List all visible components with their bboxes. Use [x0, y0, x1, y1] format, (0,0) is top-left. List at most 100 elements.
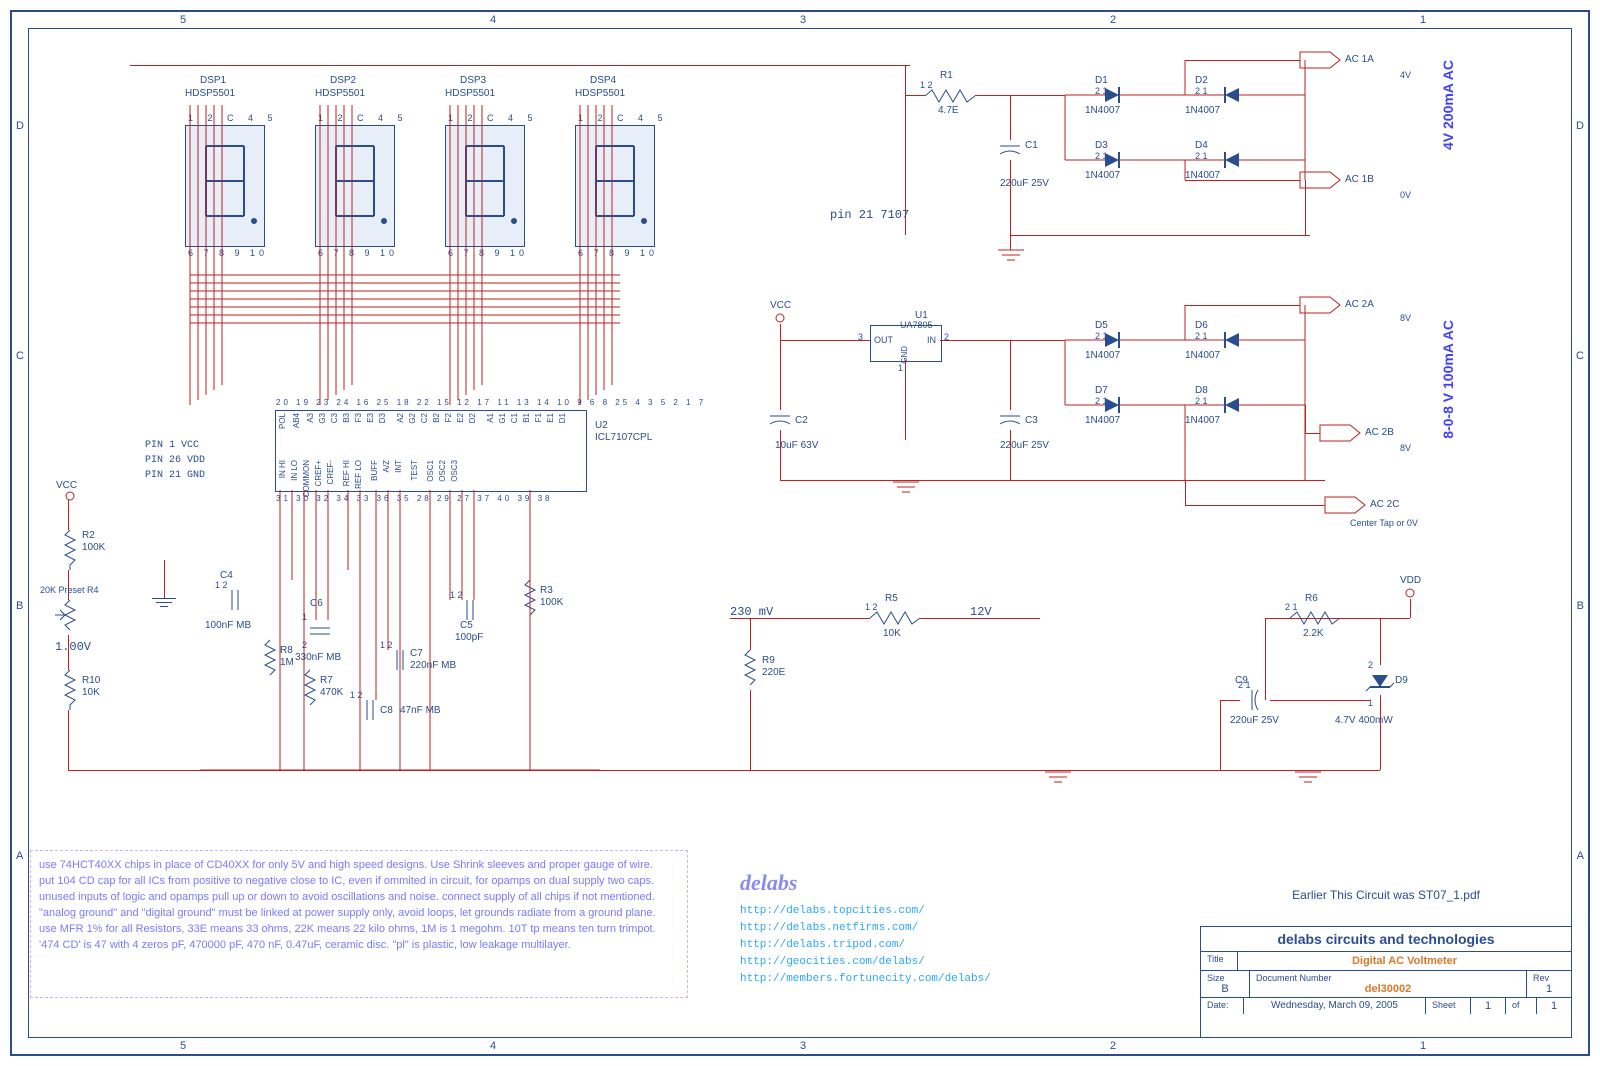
port-ac2b	[1320, 425, 1360, 441]
gnd-symbol	[156, 602, 172, 603]
d6-val: 1N4007	[1185, 350, 1220, 361]
ruler-side: B	[16, 600, 23, 612]
link: http://delabs.netfirms.com/	[740, 922, 918, 934]
wire	[1265, 618, 1266, 700]
d7-val: 1N4007	[1085, 415, 1120, 426]
wire	[1305, 180, 1306, 235]
d8-ref: D8	[1195, 385, 1208, 396]
c3-val: 220uF 25V	[1000, 440, 1049, 451]
d2-ref: D2	[1195, 75, 1208, 86]
r1-ref: R1	[940, 70, 953, 81]
docnum-label: Document Number	[1256, 973, 1520, 983]
ruler-side: A	[16, 850, 23, 862]
ruler-side: A	[1577, 850, 1584, 862]
v0-note: 0V	[1400, 190, 1411, 200]
ruler-side: C	[16, 350, 24, 362]
wire	[780, 480, 1325, 481]
doc-title: Digital AC Voltmeter	[1238, 952, 1571, 970]
size-val: B	[1207, 983, 1243, 995]
cap-c2	[770, 410, 790, 430]
delabs-logo: delabs	[740, 870, 797, 896]
wire	[1010, 340, 1011, 410]
d8-val: 1N4007	[1185, 415, 1220, 426]
ruler-bot: 4	[490, 1040, 496, 1052]
port-ac2a	[1300, 297, 1340, 313]
r4-ref: 20K Preset R4	[40, 585, 110, 595]
ac2c-label: AC 2C	[1370, 499, 1399, 510]
wire	[1220, 700, 1240, 701]
note-line: unused inputs of logic and opamps pull u…	[39, 891, 679, 903]
ac2b-label: AC 2B	[1365, 427, 1394, 438]
d9-pins: 2	[1368, 660, 1373, 670]
gnd-symbol	[1295, 772, 1321, 788]
d1-val: 1N4007	[1085, 105, 1120, 116]
c2-val: 10uF 63V	[775, 440, 818, 451]
v100-label: 1.00V	[55, 640, 91, 654]
rev-label: Rev	[1533, 973, 1565, 983]
r10-val: 10K	[82, 687, 100, 698]
r9-ref: R9	[762, 655, 775, 666]
ruler-bot: 3	[800, 1040, 806, 1052]
wire	[920, 618, 1040, 619]
cap-c3	[1000, 410, 1020, 430]
wire	[905, 95, 925, 96]
ruler-top: 2	[1110, 14, 1116, 26]
u1-pin1: 1	[898, 363, 903, 373]
u2-part: ICL7107CPL	[595, 432, 652, 443]
sheet-of: of	[1506, 998, 1537, 1014]
pin21-note: pin 21 7107	[830, 208, 909, 222]
wire	[1185, 505, 1325, 506]
title-block: delabs circuits and technologies Title D…	[1200, 926, 1572, 1038]
d9-val: 4.7V 400mW	[1335, 715, 1393, 726]
c1-ref: C1	[1025, 140, 1038, 151]
resistor-r5	[870, 610, 920, 626]
date-label: Date:	[1201, 998, 1244, 1014]
u1-out: OUT	[874, 335, 893, 345]
wire	[1185, 480, 1186, 505]
wire	[1010, 235, 1011, 250]
link: http://members.fortunecity.com/delabs/	[740, 973, 991, 985]
gnd-symbol	[893, 482, 919, 498]
port-ac1a	[1300, 52, 1340, 68]
r5-pins: 1 2	[865, 602, 878, 612]
d-pins: 2 1	[1195, 396, 1208, 406]
date-val: Wednesday, March 09, 2005	[1244, 998, 1426, 1014]
ruler-bot: 2	[1110, 1040, 1116, 1052]
wire	[1220, 700, 1221, 770]
r2-val: 100K	[82, 542, 105, 553]
wire	[1010, 160, 1011, 235]
note-line: use 74HCT40XX chips in place of CD40XX f…	[39, 859, 679, 871]
size-label: Size	[1207, 973, 1243, 983]
d-pins: 2 1	[1195, 86, 1208, 96]
resistor-r6	[1290, 610, 1340, 626]
ruler-top: 1	[1420, 14, 1426, 26]
gnd-symbol	[160, 606, 168, 607]
resistor-r10	[60, 670, 80, 710]
wire	[1220, 770, 1380, 771]
vcc-symbol	[772, 312, 788, 324]
sheet-m: 1	[1537, 998, 1571, 1014]
d9-ref: D9	[1395, 675, 1408, 686]
gnd-symbol	[152, 598, 176, 599]
d-pins: 2 1	[1195, 151, 1208, 161]
wire	[1380, 695, 1381, 770]
ruler-top: 3	[800, 14, 806, 26]
d6-ref: D6	[1195, 320, 1208, 331]
wire	[750, 618, 751, 650]
link: http://delabs.tripod.com/	[740, 939, 905, 951]
wire	[905, 65, 906, 95]
u1-part: UA7805	[900, 320, 933, 330]
wire	[1185, 60, 1300, 61]
vcc-symbol	[60, 490, 80, 502]
wire	[164, 560, 165, 598]
c3-ref: C3	[1025, 415, 1038, 426]
wire	[1305, 405, 1306, 433]
ruler-top: 5	[180, 14, 186, 26]
u2-bottom-wires	[200, 490, 600, 780]
r6-ref: R6	[1305, 593, 1318, 604]
vdd-symbol	[1402, 587, 1418, 599]
vdd-label: VDD	[1400, 575, 1421, 586]
v8-note: 8V	[1400, 313, 1411, 323]
c9-pins: 2 1	[1238, 680, 1251, 690]
u1-in: IN	[927, 335, 936, 345]
